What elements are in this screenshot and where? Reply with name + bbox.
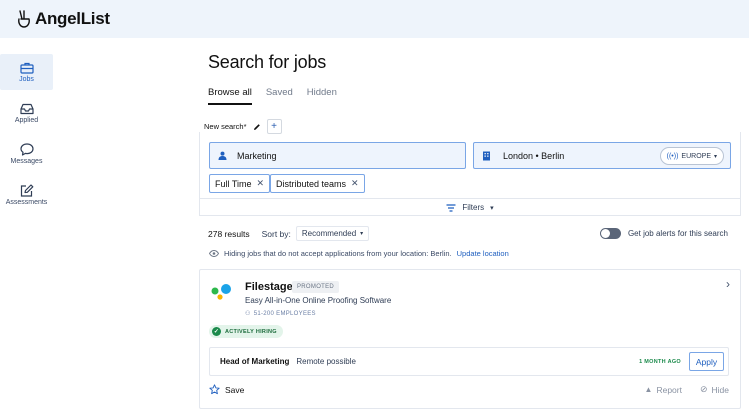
location-notice: Hiding jobs that do not accept applicati… [209,249,509,258]
edit-square-icon [20,184,33,197]
tab-saved[interactable]: Saved [266,87,293,105]
promoted-badge: PROMOTED [292,281,340,293]
block-icon: ⊘ [699,384,708,394]
saved-search-name[interactable]: New search* [204,122,247,131]
briefcase-icon [19,62,34,74]
hide-label: Hide [711,384,729,395]
company-tagline: Easy All-in-One Online Proofing Software [245,296,392,305]
warning-icon: ▲ [644,385,653,394]
inbox-icon [19,103,34,114]
star-icon [209,384,220,395]
role-search-value: Marketing [237,150,277,161]
sidebar-item-label: Jobs [19,75,34,83]
job-alerts-label: Get job alerts for this search [627,229,728,238]
posted-time: 1 MONTH AGO [639,358,681,365]
peace-hand-icon [18,10,30,28]
job-row[interactable]: Head of Marketing Remote possible 1 MONT… [209,347,729,376]
filter-chip-full-time[interactable]: Full Time ✕ [209,174,271,193]
filestage-logo [211,284,231,300]
apply-button[interactable]: Apply [689,352,724,371]
sidebar-item-label: Applied [14,116,39,124]
hide-button[interactable]: ⊘ Hide [700,384,729,395]
job-tabs: Browse all Saved Hidden [208,87,337,105]
chip-label: Distributed teams [276,178,347,189]
job-remote: Remote possible [296,357,356,366]
company-name[interactable]: Filestage [245,281,293,293]
tab-hidden[interactable]: Hidden [307,87,337,105]
sidebar-item-applied[interactable]: Applied [0,95,53,131]
results-toolbar: 278 results Sort by: Recommended ▾ Get j… [208,226,728,241]
update-location-link[interactable]: Update location [457,249,509,258]
role-search-field[interactable]: Marketing [209,142,466,169]
employee-count: ⚇ 51-200 EMPLOYEES [245,310,316,318]
region-dropdown[interactable]: ((•)) EUROPE ▾ [659,147,724,165]
building-icon [483,151,490,160]
job-alerts-toggle[interactable] [599,228,621,239]
brand-name: AngelList [35,9,110,28]
report-button[interactable]: ▲ Report [645,384,682,395]
chat-bubble-icon [19,143,34,156]
sort-dropdown[interactable]: Recommended ▾ [295,226,370,241]
sidebar-item-label: Assessments [5,199,48,206]
sort-value: Recommended [301,229,357,238]
location-search-value: London • Berlin [503,150,565,161]
person-icon [218,151,227,160]
caret-down-icon: ▾ [360,231,364,237]
people-icon: ⚇ [245,311,251,317]
location-search-field[interactable]: London • Berlin ((•)) EUROPE ▾ [473,142,731,169]
chip-label: Full Time [215,178,252,189]
employee-count-label: 51-200 EMPLOYEES [253,310,316,317]
job-listing-card[interactable]: Filestage PROMOTED Easy All-in-One Onlin… [199,269,741,409]
card-actions: ▲ Report ⊘ Hide [645,384,729,395]
chevron-right-icon[interactable]: › [726,277,730,291]
tab-browse-all[interactable]: Browse all [208,87,252,105]
close-icon[interactable]: ✕ [257,178,265,189]
search-panel: Marketing London • Berlin ((•)) EUROPE ▾… [199,132,741,216]
results-count: 278 results [208,228,250,239]
filters-label: Filters [462,203,485,212]
angellist-logo[interactable]: AngelList [17,9,110,29]
region-label: EUROPE [681,152,711,160]
filters-button[interactable]: Filters ▾ [200,198,740,216]
eye-icon [209,250,219,257]
broadcast-icon: ((•)) [666,152,679,160]
sidebar-item-assessments[interactable]: Assessments [0,177,53,213]
top-bar: AngelList [0,0,749,38]
location-notice-text: Hiding jobs that do not accept applicati… [224,249,452,258]
job-title[interactable]: Head of Marketing [220,357,289,366]
plus-icon: + [271,121,277,132]
sort-label: Sort by: [261,228,291,239]
sidebar-item-label: Messages [10,158,43,165]
sidebar-item-jobs[interactable]: Jobs [0,54,53,90]
close-icon[interactable]: ✕ [351,178,359,189]
actively-hiring-label: ACTIVELY HIRING [225,328,277,335]
caret-down-icon: ▾ [713,153,717,160]
actively-hiring-badge: ✓ ACTIVELY HIRING [209,325,283,338]
filter-chip-distributed-teams[interactable]: Distributed teams ✕ [270,174,365,193]
check-circle-icon: ✓ [212,327,221,336]
filter-lines-icon [446,203,456,212]
caret-down-icon: ▾ [490,204,494,212]
save-label: Save [225,384,245,395]
page-title: Search for jobs [208,52,327,72]
sidebar-item-messages[interactable]: Messages [0,136,53,172]
pencil-icon[interactable] [253,123,261,131]
save-button[interactable]: Save [209,384,244,395]
report-label: Report [656,384,682,395]
card-footer: Save ▲ Report ⊘ Hide [209,384,729,395]
